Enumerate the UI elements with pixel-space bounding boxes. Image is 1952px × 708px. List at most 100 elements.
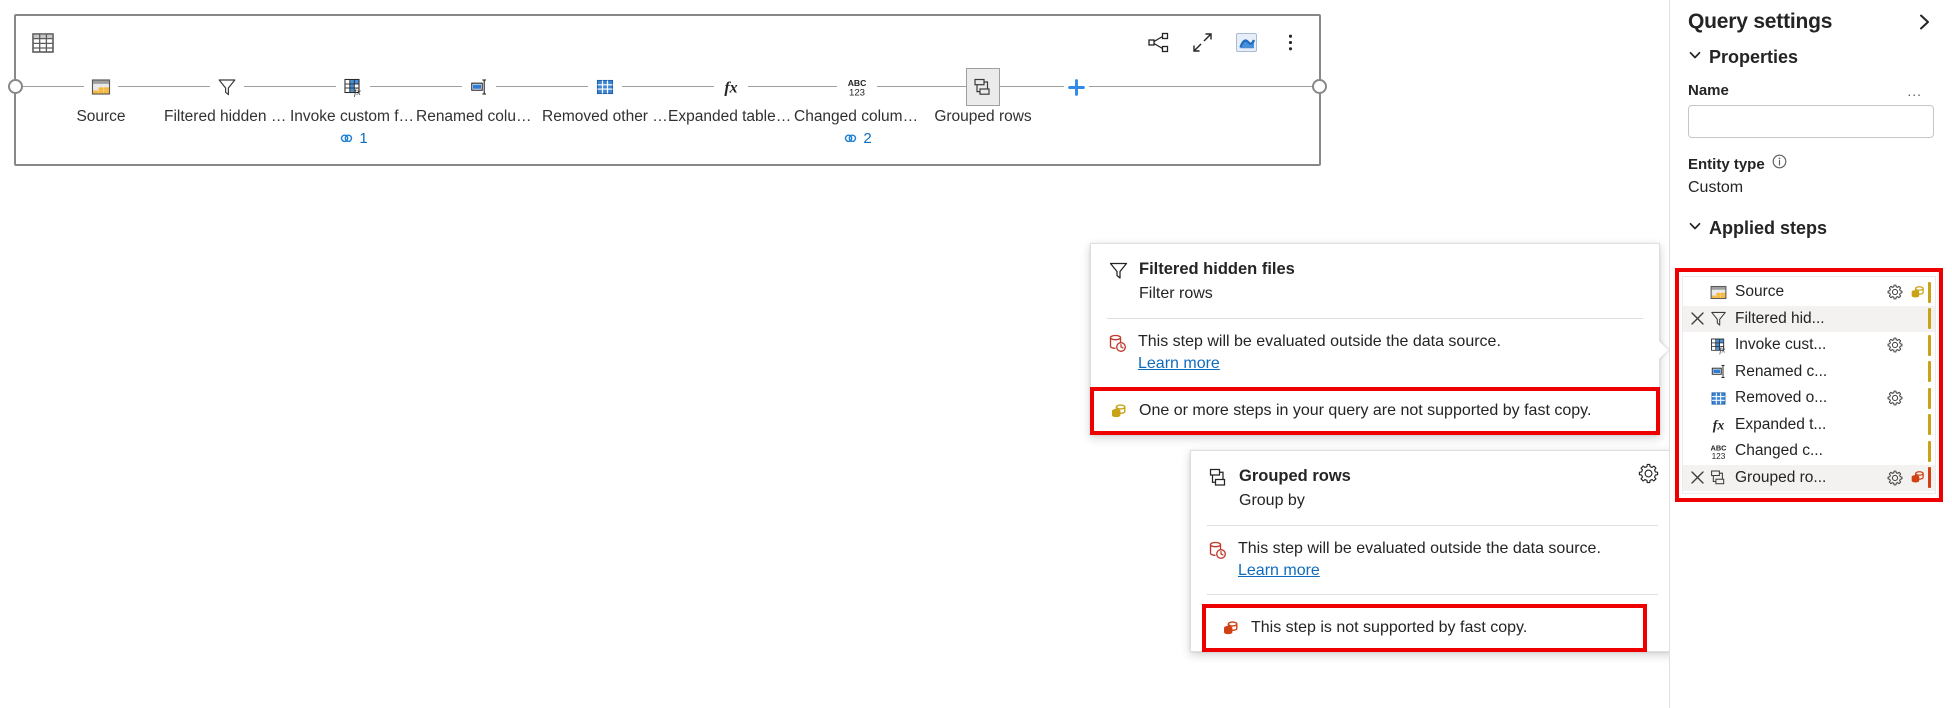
diagram-step-icon-invoke-custom-function[interactable]: fx (336, 68, 370, 106)
applied-step-status-bar (1928, 361, 1931, 382)
applied-step-row-changed-column[interactable]: ABC 123 Changed c... (1683, 438, 1935, 465)
tooltip-fast-copy-text: This step is not supported by fast copy. (1251, 617, 1527, 639)
applied-step-label: Expanded t... (1735, 415, 1884, 435)
name-input[interactable] (1688, 105, 1934, 138)
applied-step-label: Grouped ro... (1735, 468, 1884, 488)
group-by-icon (972, 76, 994, 98)
diagram-step-label: Filtered hidden fi... (164, 107, 290, 127)
gear-icon[interactable] (1638, 463, 1660, 485)
info-icon[interactable] (1772, 154, 1787, 174)
diagram-step-renamed-columns[interactable]: Renamed columns (416, 68, 542, 147)
applied-step-icon (1707, 389, 1729, 408)
applied-step-row-removed-other[interactable]: Removed o... (1683, 385, 1935, 412)
diagram-step-rail: Source Filtered hidden fi... (16, 68, 1319, 158)
tooltip-fast-copy-alert: One or more steps in your query are not … (1090, 387, 1660, 435)
tooltip-title: Filtered hidden files (1139, 258, 1295, 280)
diagram-step-icon-renamed-columns[interactable] (462, 68, 496, 106)
rail-start-endpoint[interactable] (8, 79, 23, 94)
gear-icon[interactable] (1884, 390, 1906, 406)
tooltip-fast-copy-text: One or more steps in your query are not … (1139, 400, 1591, 422)
database-orange-icon (1906, 469, 1928, 486)
applied-step-status-bar (1928, 388, 1931, 409)
gear-icon (1887, 470, 1903, 486)
applied-step-icon: fx (1707, 415, 1729, 434)
diagram-step-label: Renamed columns (416, 107, 542, 127)
diagram-step-removed-other-columns[interactable]: Removed other c... (542, 68, 668, 147)
diagram-steps-row: Source Filtered hidden fi... (16, 68, 1319, 147)
sidebar-header: Query settings (1670, 0, 1952, 34)
svg-text:123: 123 (849, 88, 865, 99)
removed-columns-icon (1709, 389, 1728, 408)
data-preview-icon[interactable] (1231, 27, 1261, 57)
diagram-step-source[interactable]: Source (38, 68, 164, 147)
collapse-arrows-icon[interactable] (1187, 27, 1217, 57)
applied-step-status-bar (1928, 282, 1931, 303)
applied-step-icon (1707, 283, 1729, 302)
diagram-step-icon-expanded-table-column[interactable]: fx (714, 68, 748, 106)
gear-icon[interactable] (1884, 470, 1906, 486)
add-step-button[interactable] (1064, 75, 1089, 100)
applied-steps-list: Source Filtered hid... (1682, 276, 1936, 494)
filter-icon (1709, 309, 1728, 328)
tooltip-grouped-rows: Grouped rows Group by This step will be … (1190, 450, 1675, 652)
diagram-step-label: Source (76, 107, 125, 127)
svg-text:123: 123 (1711, 451, 1725, 461)
applied-step-row-grouped-rows[interactable]: Grouped ro... (1683, 465, 1935, 492)
applied-steps-label: Applied steps (1709, 218, 1827, 239)
diagram-step-grouped-rows[interactable]: Grouped rows (920, 68, 1046, 147)
tooltip-fast-copy-alert: This step is not supported by fast copy. (1202, 604, 1647, 652)
diagram-step-reference-badge[interactable]: 1 (338, 130, 367, 147)
diagram-step-reference-badge[interactable]: 2 (842, 130, 871, 147)
diagram-step-expanded-table-column[interactable]: fx Expanded table c... (668, 68, 794, 147)
tooltip-evaluation-text: This step will be evaluated outside the … (1238, 538, 1601, 560)
applied-step-label: Invoke cust... (1735, 335, 1884, 355)
close-icon[interactable] (1687, 311, 1707, 326)
diagram-step-changed-column-type[interactable]: ABC 123 Changed column... 2 (794, 68, 920, 147)
table-icon (30, 30, 56, 56)
applied-step-row-filtered-hidden[interactable]: Filtered hid... (1683, 306, 1935, 333)
gear-icon[interactable] (1884, 337, 1906, 353)
learn-more-link[interactable]: Learn more (1238, 562, 1320, 579)
abc-123-icon: ABC 123 (1706, 442, 1731, 461)
more-options-icon[interactable] (1275, 27, 1305, 57)
applied-step-icon (1707, 468, 1729, 487)
diagram-step-icon-filtered-hidden-files[interactable] (210, 68, 244, 106)
diagram-step-icon-source[interactable] (84, 68, 118, 106)
diagram-step-icon-removed-other-columns[interactable] (588, 68, 622, 106)
rail-end-endpoint[interactable] (1312, 79, 1327, 94)
diagram-step-label: Expanded table c... (668, 107, 794, 127)
database-gold-icon (1906, 284, 1928, 301)
applied-step-row-source[interactable]: Source (1683, 279, 1935, 306)
group-by-icon (1207, 466, 1229, 488)
close-icon[interactable] (1687, 470, 1707, 485)
fx-icon: fx (1709, 415, 1728, 434)
source-table-icon (1709, 283, 1728, 302)
applied-step-row-expanded-table[interactable]: fx Expanded t... (1683, 412, 1935, 439)
name-label: Name (1670, 68, 1952, 99)
database-clock-icon (1107, 333, 1127, 353)
svg-text:ABC: ABC (848, 78, 867, 88)
learn-more-link[interactable]: Learn more (1138, 355, 1220, 372)
diagram-step-filtered-hidden-files[interactable]: Filtered hidden fi... (164, 68, 290, 147)
diagram-step-icon-grouped-rows[interactable] (966, 68, 1000, 106)
gear-icon[interactable] (1884, 284, 1906, 300)
tooltip-header: Filtered hidden files (1091, 244, 1659, 281)
applied-steps-section-header[interactable]: Applied steps (1670, 197, 1952, 239)
properties-section-header[interactable]: Properties (1670, 34, 1952, 68)
applied-step-row-renamed-columns[interactable]: Renamed c... (1683, 359, 1935, 386)
applied-step-icon: fx (1707, 336, 1729, 355)
share-query-icon[interactable] (1143, 27, 1173, 57)
applied-step-row-invoke-custom[interactable]: fx Invoke cust... (1683, 332, 1935, 359)
applied-step-icon (1707, 362, 1729, 381)
diagram-step-invoke-custom-function[interactable]: fx Invoke custom fu... 1 (290, 68, 416, 147)
svg-text:fx: fx (1712, 418, 1724, 433)
diagram-view-container: Source Filtered hidden fi... (14, 14, 1321, 166)
name-field-wrap: ... (1670, 99, 1952, 138)
gear-icon (1887, 337, 1903, 353)
page-title: Query settings (1688, 10, 1832, 34)
database-clock-icon (1207, 540, 1227, 560)
diagram-step-icon-changed-column-type[interactable]: ABC 123 (837, 68, 877, 106)
tooltip-header: Grouped rows (1191, 451, 1674, 488)
app-root: Source Filtered hidden fi... (0, 0, 1952, 708)
chevron-right-icon[interactable] (1912, 10, 1936, 34)
